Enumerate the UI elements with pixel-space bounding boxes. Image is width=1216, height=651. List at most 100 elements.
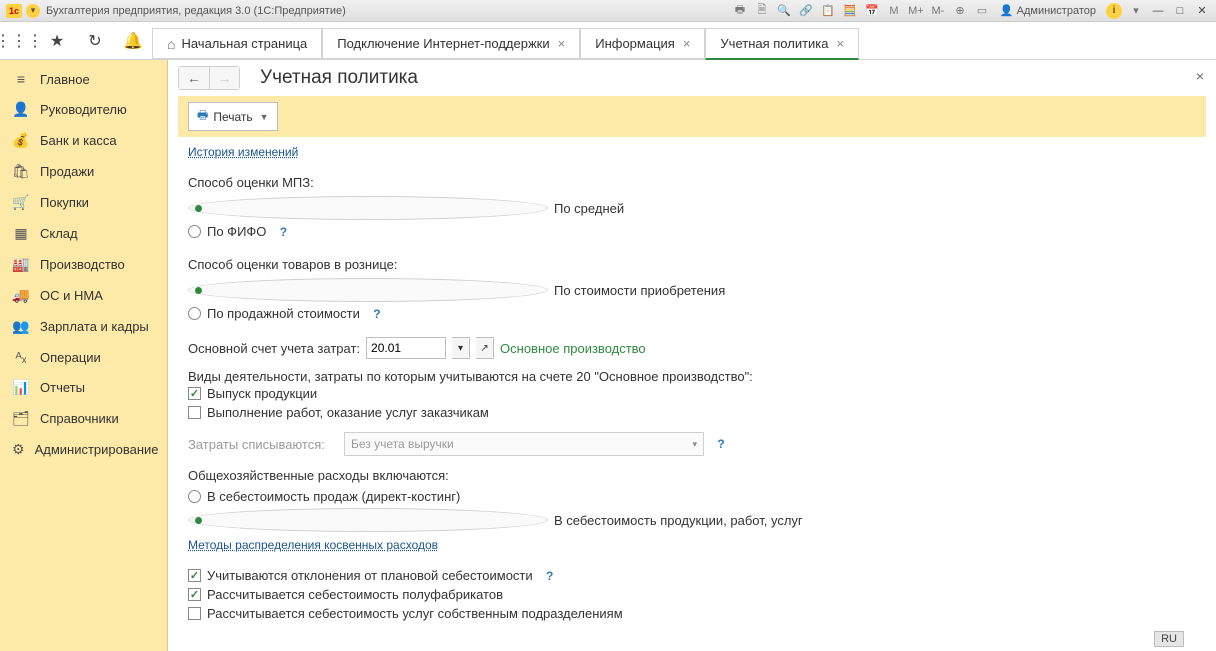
m-minus-icon[interactable]: М-: [930, 3, 946, 19]
writeoff-select[interactable]: Без учета выручки ▾: [344, 432, 704, 456]
tab-internet-support[interactable]: Подключение Интернет-поддержки ×: [322, 28, 580, 59]
sidebar-item-purchases[interactable]: 🛒Покупки: [0, 187, 167, 218]
back-button[interactable]: ←: [179, 67, 209, 89]
print-button[interactable]: 🖶 Печать ▼: [188, 102, 278, 131]
radio-overhead-direct[interactable]: В себестоимость продаж (директ-костинг): [188, 487, 1196, 506]
radio-icon: [188, 196, 548, 220]
select-value: Без учета выручки: [351, 437, 454, 451]
form-scroll[interactable]: История изменений Способ оценки МПЗ: По …: [168, 145, 1216, 651]
overhead-label: Общехозяйственные расходы включаются:: [188, 468, 1196, 483]
history-link[interactable]: История изменений: [188, 145, 298, 159]
checkbox-label: Учитываются отклонения от плановой себес…: [207, 568, 533, 583]
minimize-button[interactable]: —: [1150, 4, 1166, 18]
cart-icon: 🛒: [12, 194, 30, 211]
checkbox-own-services[interactable]: Рассчитывается себестоимость услуг собст…: [188, 604, 1196, 623]
apps-icon[interactable]: ⋮⋮⋮: [0, 22, 38, 60]
user-menu[interactable]: 👤 Администратор: [1000, 4, 1096, 17]
favorite-icon[interactable]: ★: [38, 22, 76, 60]
layout-icon[interactable]: ▭: [974, 3, 990, 19]
info-dropdown[interactable]: ▾: [1128, 3, 1144, 19]
checkbox-release[interactable]: Выпуск продукции: [188, 384, 1196, 403]
dropdown-button[interactable]: ▾: [452, 337, 470, 359]
action-bar: 🖶 Печать ▼: [178, 96, 1206, 137]
sidebar-item-reports[interactable]: 📊Отчеты: [0, 372, 167, 403]
sidebar-item-warehouse[interactable]: ▦Склад: [0, 218, 167, 249]
tab-info[interactable]: Информация ×: [580, 28, 705, 59]
zoom-icon[interactable]: ⊕: [952, 3, 968, 19]
nav-row: ⋮⋮⋮ ★ ↻ 🔔 ⌂ Начальная страница Подключен…: [0, 22, 1216, 60]
tab-close-icon[interactable]: ×: [558, 36, 566, 51]
radio-mpz-average[interactable]: По средней: [188, 194, 1196, 222]
help-icon[interactable]: ?: [543, 569, 557, 583]
calc-icon[interactable]: 🧮: [842, 3, 858, 19]
account-hint: Основное производство: [500, 341, 646, 356]
sidebar-item-operations[interactable]: ᴬₓОперации: [0, 342, 167, 372]
checkbox-semifinished[interactable]: Рассчитывается себестоимость полуфабрика…: [188, 585, 1196, 604]
sidebar: ≡Главное 👤Руководителю 💰Банк и касса 🛍Пр…: [0, 60, 168, 651]
mpz-label: Способ оценки МПЗ:: [188, 175, 1196, 190]
sidebar-item-manager[interactable]: 👤Руководителю: [0, 94, 167, 125]
checkbox-services[interactable]: Выполнение работ, оказание услуг заказчи…: [188, 403, 1196, 422]
menu-icon: ≡: [12, 71, 30, 87]
retail-label: Способ оценки товаров в рознице:: [188, 257, 1196, 272]
forward-button[interactable]: →: [209, 67, 239, 89]
sidebar-item-sales[interactable]: 🛍Продажи: [0, 156, 167, 187]
clipboard-icon[interactable]: 📋: [820, 3, 836, 19]
radio-overhead-cost[interactable]: В себестоимость продукции, работ, услуг: [188, 506, 1196, 534]
tab-close-icon[interactable]: ×: [837, 36, 845, 51]
radio-label: В себестоимость продукции, работ, услуг: [554, 513, 803, 528]
sidebar-item-production[interactable]: 🏭Производство: [0, 249, 167, 280]
checkbox-plan-deviations[interactable]: Учитываются отклонения от плановой себес…: [188, 566, 1196, 585]
doc-icon[interactable]: 🗎: [754, 3, 770, 19]
sidebar-item-bank[interactable]: 💰Банк и касса: [0, 125, 167, 156]
close-button[interactable]: ✕: [1194, 4, 1210, 18]
calendar-icon[interactable]: 📅: [864, 3, 880, 19]
radio-retail-sale[interactable]: По продажной стоимости?: [188, 304, 1196, 323]
tab-accounting-policy[interactable]: Учетная политика ×: [705, 28, 859, 60]
help-icon[interactable]: ?: [370, 307, 384, 321]
indirect-link[interactable]: Методы распределения косвенных расходов: [188, 538, 438, 552]
open-button[interactable]: ↗: [476, 337, 494, 359]
checkbox-icon: [188, 406, 201, 419]
sidebar-item-salary[interactable]: 👥Зарплата и кадры: [0, 311, 167, 342]
radio-mpz-fifo[interactable]: По ФИФО?: [188, 222, 1196, 241]
checkbox-icon: [188, 607, 201, 620]
radio-retail-cost[interactable]: По стоимости приобретения: [188, 276, 1196, 304]
activities-label: Виды деятельности, затраты по которым уч…: [188, 369, 1196, 384]
writeoff-label: Затраты списываются:: [188, 437, 338, 452]
search-icon[interactable]: 🔍: [776, 3, 792, 19]
maximize-button[interactable]: □: [1172, 4, 1188, 18]
notifications-icon[interactable]: 🔔: [114, 22, 152, 60]
sidebar-item-main[interactable]: ≡Главное: [0, 64, 167, 94]
chart-icon: 📊: [12, 379, 30, 396]
history-icon[interactable]: ↻: [76, 22, 114, 60]
print-icon[interactable]: 🖶: [732, 3, 748, 19]
sidebar-item-admin[interactable]: ⚙Администрирование: [0, 434, 167, 465]
sidebar-item-directories[interactable]: 🗂Справочники: [0, 403, 167, 434]
link-icon[interactable]: 🔗: [798, 3, 814, 19]
tab-home[interactable]: ⌂ Начальная страница: [152, 28, 322, 59]
printer-icon: 🖶: [197, 106, 208, 127]
titlebar-dropdown[interactable]: ▾: [26, 4, 40, 18]
radio-icon: [188, 490, 201, 503]
chevron-down-icon: ▼: [260, 112, 269, 122]
info-icon[interactable]: i: [1106, 3, 1122, 19]
help-icon[interactable]: ?: [714, 437, 728, 451]
manager-icon: 👤: [12, 101, 30, 118]
m-icon[interactable]: М: [886, 3, 902, 19]
sidebar-item-assets[interactable]: 🚚ОС и НМА: [0, 280, 167, 311]
warehouse-icon: ▦: [12, 225, 30, 242]
sidebar-label: Зарплата и кадры: [40, 319, 149, 334]
sidebar-label: Администрирование: [35, 442, 159, 457]
m-plus-icon[interactable]: М+: [908, 3, 924, 19]
radio-icon: [188, 278, 548, 302]
account-input[interactable]: [366, 337, 446, 359]
print-label: Печать: [213, 110, 252, 124]
panel-close-icon[interactable]: ×: [1196, 68, 1204, 84]
help-icon[interactable]: ?: [276, 225, 290, 239]
radio-label: По продажной стоимости: [207, 306, 360, 321]
sidebar-label: Справочники: [40, 411, 119, 426]
radio-icon: [188, 225, 201, 238]
app-logo: 1с: [6, 4, 22, 18]
tab-close-icon[interactable]: ×: [683, 36, 691, 51]
